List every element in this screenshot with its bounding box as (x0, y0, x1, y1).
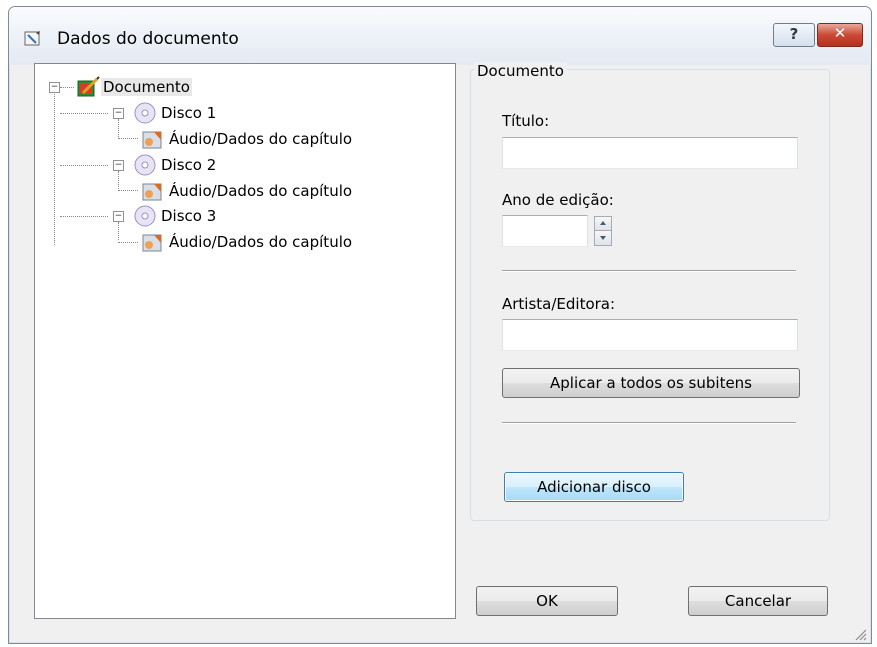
disc-icon (134, 154, 156, 176)
tree-item-label: Documento (101, 78, 192, 96)
tree-connector (54, 92, 55, 245)
title-input[interactable] (502, 137, 798, 169)
tree-connector (60, 113, 108, 114)
tree-item-disco-1[interactable]: Disco 1 (109, 101, 216, 125)
document-edit-icon (77, 76, 100, 97)
audio-data-icon (142, 234, 162, 252)
collapse-toggle[interactable]: − (49, 82, 60, 93)
tree-connector (118, 242, 138, 243)
tree-item-label: Disco 3 (161, 207, 217, 225)
year-spin-down-button[interactable] (594, 230, 612, 246)
separator (502, 270, 796, 272)
close-icon: ✕ (833, 24, 847, 42)
document-properties-icon (24, 31, 40, 46)
cancel-button[interactable]: Cancelar (688, 586, 828, 616)
audio-data-icon (142, 131, 162, 149)
audio-data-icon (142, 183, 162, 201)
window-title: Dados do documento (57, 29, 239, 49)
chevron-down-icon (600, 236, 606, 240)
add-disc-button[interactable]: Adicionar disco (504, 472, 684, 502)
title-bar[interactable]: Dados do documento ? ✕ (9, 7, 871, 65)
resize-grip-icon[interactable] (853, 627, 867, 641)
tree-item-disco-2[interactable]: Disco 2 (109, 153, 216, 177)
ok-button[interactable]: OK (476, 586, 618, 616)
group-title: Documento (474, 62, 567, 80)
tree-connector (118, 138, 138, 139)
tree-item-audio-data[interactable]: Áudio/Dados do capítulo (139, 179, 352, 203)
chevron-up-icon (600, 221, 606, 225)
tree-item-audio-data[interactable]: Áudio/Dados do capítulo (139, 230, 352, 254)
tree-item-label: Áudio/Dados do capítulo (169, 130, 353, 148)
help-icon: ? (789, 25, 799, 43)
year-input[interactable] (502, 215, 588, 247)
help-button[interactable]: ? (773, 23, 815, 47)
tree-item-label: Áudio/Dados do capítulo (169, 182, 353, 200)
artist-input[interactable] (502, 319, 798, 351)
close-button[interactable]: ✕ (817, 23, 863, 47)
tree-item-documento[interactable]: Documento (75, 75, 192, 99)
disc-icon (134, 102, 156, 124)
document-tree[interactable]: − Documento − Disco 1 Áudio/Dados do cap… (34, 63, 456, 619)
disc-icon (134, 205, 156, 227)
tree-item-label: Disco 2 (161, 156, 217, 174)
apply-to-all-subitems-button[interactable]: Aplicar a todos os subitens (502, 368, 800, 398)
tree-item-disco-3[interactable]: Disco 3 (109, 204, 216, 228)
separator (502, 422, 796, 424)
tree-connector (60, 216, 108, 217)
tree-connector (60, 165, 108, 166)
year-label: Ano de edição: (502, 191, 614, 209)
tree-connector (118, 190, 138, 191)
year-spin-up-button[interactable] (594, 216, 612, 231)
tree-item-label: Áudio/Dados do capítulo (169, 233, 353, 251)
title-label: Título: (502, 112, 550, 130)
tree-connector (60, 87, 74, 88)
tree-item-audio-data[interactable]: Áudio/Dados do capítulo (139, 127, 352, 151)
artist-label: Artista/Editora: (502, 295, 616, 313)
tree-item-label: Disco 1 (161, 104, 217, 122)
